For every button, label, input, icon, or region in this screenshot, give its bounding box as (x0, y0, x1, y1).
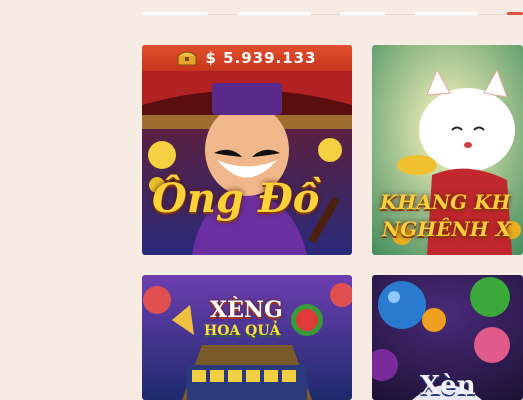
game-title-xeng: XÈNG (210, 297, 283, 323)
tab-2[interactable] (237, 12, 311, 15)
game-card-xeng[interactable]: Xèn (372, 275, 523, 400)
category-tab-bar (142, 8, 523, 18)
game-title-khang-khang: KHANG KH (380, 190, 511, 214)
treasure-chest-icon (177, 51, 197, 66)
game-subtitle-khang-khang: NGHÊNH X (382, 217, 512, 241)
jackpot-amount: $ 5.939.133 (205, 49, 317, 67)
tab-1[interactable] (142, 12, 208, 15)
tab-active[interactable] (507, 12, 523, 15)
tab-4[interactable] (414, 12, 478, 15)
game-title-ong-do: Ông Đồ (152, 175, 320, 222)
tab-3[interactable] (340, 12, 386, 15)
game-subtitle-hoa-qua: HOA QUẢ (204, 323, 281, 339)
jackpot-banner: $ 5.939.133 (142, 45, 352, 71)
game-card-khang-khang[interactable]: KHANG KH NGHÊNH X (372, 45, 523, 255)
game-card-ong-do[interactable]: Ông Đồ $ 5.939.133 (142, 45, 352, 255)
game-card-xeng-hoa-qua[interactable]: XÈNG HOA QUẢ (142, 275, 352, 400)
game-ong-do-artwork (142, 45, 352, 255)
game-title-xen: Xèn (420, 371, 476, 400)
